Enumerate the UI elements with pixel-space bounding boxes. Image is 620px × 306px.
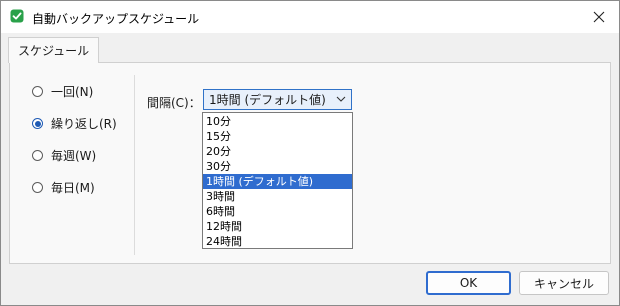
window-title: 自動バックアップスケジュール (32, 12, 200, 26)
interval-option[interactable]: 10分 (203, 114, 352, 129)
interval-combobox[interactable]: 1時間 (デフォルト値) (203, 89, 352, 110)
chevron-down-icon (336, 96, 346, 102)
close-button[interactable] (579, 1, 619, 33)
tab-schedule-label: スケジュール (18, 44, 90, 58)
radio-repeat[interactable]: 繰り返し(R) (32, 115, 117, 132)
radio-weekly-label: 毎週(W) (51, 149, 97, 163)
radio-once[interactable]: 一回(N) (32, 83, 93, 100)
close-icon (593, 11, 605, 23)
interval-option[interactable]: 20分 (203, 144, 352, 159)
radio-once-indicator[interactable] (32, 86, 43, 97)
panel-divider (134, 75, 135, 255)
radio-repeat-label: 繰り返し(R) (51, 117, 117, 131)
radio-weekly-indicator[interactable] (32, 150, 43, 161)
radio-daily-label: 毎日(M) (51, 181, 95, 195)
interval-dropdown-list[interactable]: 10分 15分 20分 30分 1時間 (デフォルト値) 3時間 6時間 12時… (202, 112, 353, 249)
radio-repeat-indicator[interactable] (32, 118, 43, 129)
interval-option[interactable]: 30分 (203, 159, 352, 174)
interval-option[interactable]: 6時間 (203, 204, 352, 219)
interval-option-highlighted[interactable]: 1時間 (デフォルト値) (203, 174, 352, 189)
radio-weekly[interactable]: 毎週(W) (32, 147, 96, 164)
backup-shield-icon (10, 9, 24, 23)
ok-button[interactable]: OK (426, 271, 511, 295)
radio-once-label: 一回(N) (51, 85, 94, 99)
tab-schedule[interactable]: スケジュール (8, 37, 100, 63)
cancel-button[interactable]: キャンセル (519, 271, 609, 295)
interval-option[interactable]: 3時間 (203, 189, 352, 204)
interval-option[interactable]: 12時間 (203, 219, 352, 234)
interval-option[interactable]: 15分 (203, 129, 352, 144)
radio-daily[interactable]: 毎日(M) (32, 179, 95, 196)
interval-option[interactable]: 24時間 (203, 234, 352, 249)
dialog-window: 自動バックアップスケジュール スケジュール 一回(N) 繰り返し(R) 毎週(W… (0, 0, 620, 306)
radio-daily-indicator[interactable] (32, 182, 43, 193)
interval-selected-value: 1時間 (デフォルト値) (209, 93, 326, 107)
interval-label: 間隔(C)： (147, 96, 201, 110)
title-bar: 自動バックアップスケジュール (1, 1, 619, 33)
